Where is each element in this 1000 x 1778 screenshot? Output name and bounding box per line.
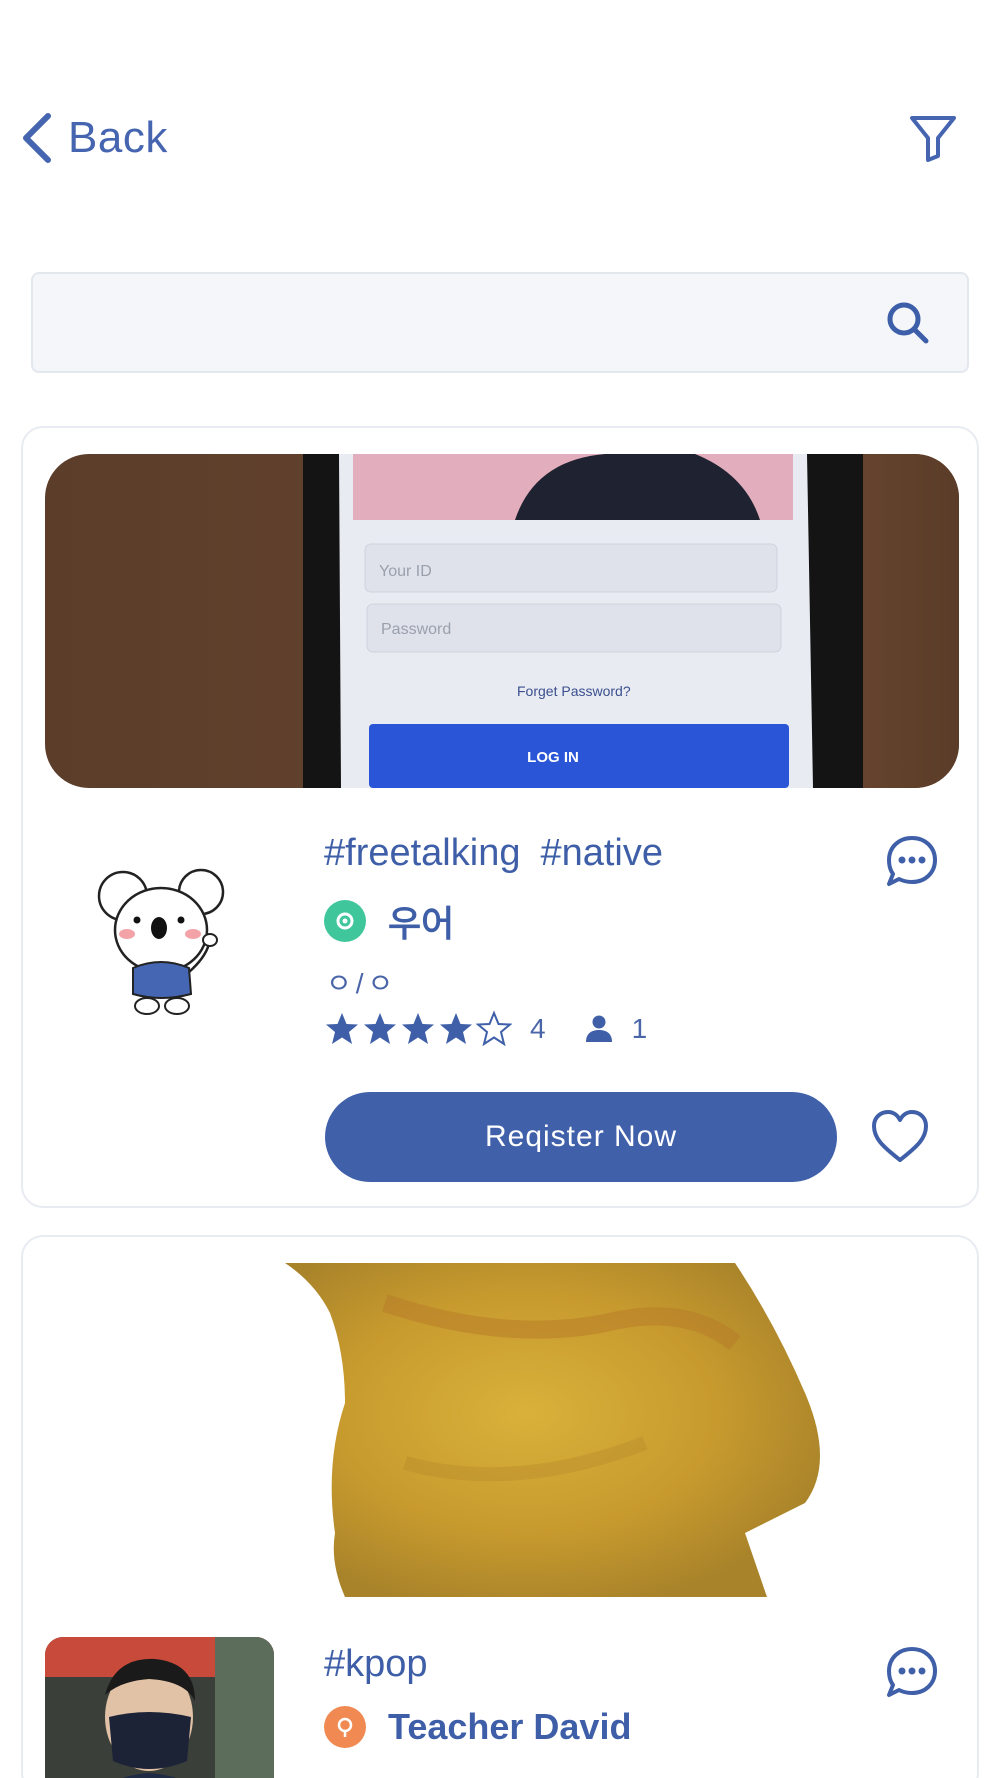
hero-forgot-text: Forget Password? xyxy=(517,683,631,699)
star-icon xyxy=(326,1013,358,1044)
class-card[interactable]: Your ID Password Forget Password? LOG IN… xyxy=(21,426,979,1208)
search-input[interactable] xyxy=(31,272,969,373)
hero-password-text: Password xyxy=(381,621,451,638)
rating-row: 4 1 xyxy=(324,1011,647,1047)
search-icon[interactable] xyxy=(885,300,931,346)
teacher-row: Teacher David xyxy=(324,1706,631,1748)
teacher-photo xyxy=(45,1637,274,1778)
rating-value: 4 xyxy=(530,1013,546,1044)
class-card[interactable]: #kpop Teacher David xyxy=(21,1235,979,1778)
star-icon xyxy=(440,1013,472,1044)
teacher-badge-icon xyxy=(324,900,366,942)
teacher-badge-icon xyxy=(324,1706,366,1748)
hero-id-text: Your ID xyxy=(379,563,432,580)
teacher-name[interactable]: 우어 xyxy=(388,895,454,947)
chevron-left-icon xyxy=(23,113,51,163)
schedule-text: ㅇ/ㅇ xyxy=(326,968,398,999)
class-hero-image: Your ID Password Forget Password? LOG IN xyxy=(45,454,959,788)
participant-count: 1 xyxy=(631,1013,648,1044)
star-icon xyxy=(402,1013,434,1044)
top-bar: Back xyxy=(0,0,1000,200)
tag[interactable]: #freetalking xyxy=(324,832,520,874)
chat-icon[interactable] xyxy=(885,834,939,888)
heart-icon[interactable] xyxy=(870,1108,930,1164)
class-hero-image xyxy=(45,1263,959,1597)
teacher-name[interactable]: Teacher David xyxy=(388,1706,631,1748)
hero-login-text: LOG IN xyxy=(527,749,579,766)
back-label: Back xyxy=(68,113,168,162)
person-icon xyxy=(585,1015,612,1042)
class-tags: #kpop xyxy=(324,1643,448,1686)
star-icon xyxy=(364,1013,396,1044)
back-button[interactable]: Back xyxy=(20,108,168,168)
class-tags: #freetalking #native xyxy=(324,832,683,875)
tag[interactable]: #kpop xyxy=(324,1643,428,1685)
chat-icon[interactable] xyxy=(885,1645,939,1699)
tag[interactable]: #native xyxy=(540,832,663,874)
filter-icon[interactable] xyxy=(908,112,958,164)
star-outline-icon xyxy=(476,1011,512,1047)
register-now-button[interactable]: Reqister Now xyxy=(325,1092,837,1182)
koala-avatar xyxy=(97,868,225,1015)
teacher-row: 우어 xyxy=(324,895,454,947)
